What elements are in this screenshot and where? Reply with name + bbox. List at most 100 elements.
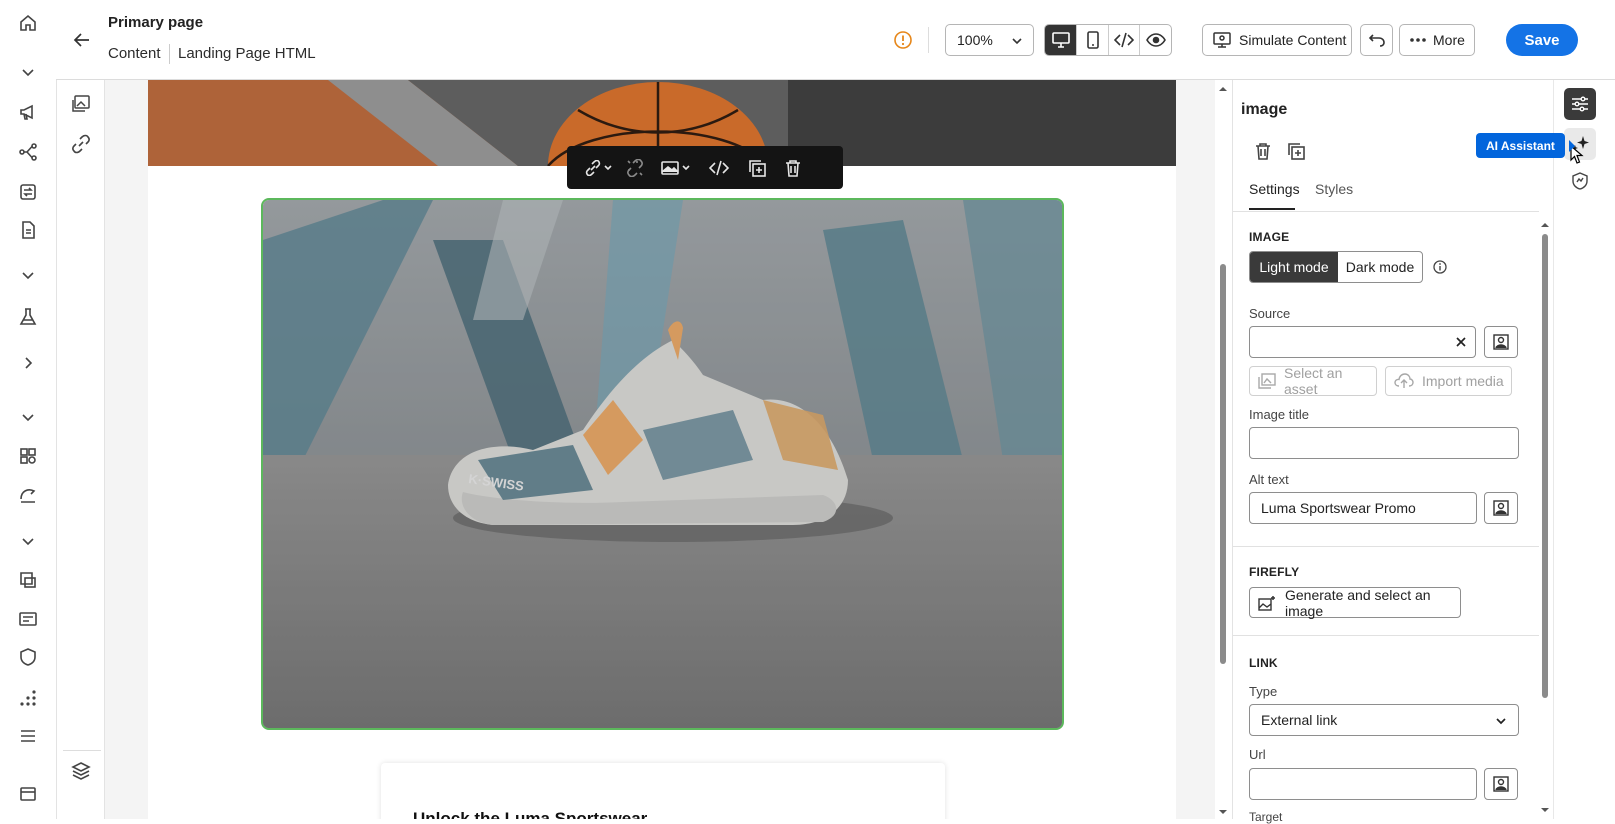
- image-section-title: IMAGE: [1249, 230, 1290, 244]
- menu-lines-icon[interactable]: [16, 724, 40, 748]
- fragments-icon[interactable]: [16, 444, 40, 468]
- code-icon[interactable]: [699, 146, 739, 189]
- canvas-scroll-thumb[interactable]: [1220, 264, 1226, 664]
- chevron-down-icon: [1011, 35, 1023, 47]
- journey-icon[interactable]: [16, 140, 40, 164]
- tooltip-label: AI Assistant: [1486, 138, 1555, 153]
- save-button[interactable]: Save: [1506, 24, 1578, 56]
- source-input[interactable]: [1249, 326, 1476, 358]
- header-divider: [928, 27, 929, 53]
- sneaker-hero-image[interactable]: K·SWISS: [261, 198, 1064, 730]
- link-type-select[interactable]: External link: [1249, 704, 1519, 736]
- url-input[interactable]: [1249, 768, 1477, 800]
- chevron-down-icon[interactable]: [16, 263, 40, 287]
- simulate-content-button[interactable]: Simulate Content: [1202, 24, 1352, 56]
- personalize-url-button[interactable]: [1484, 768, 1518, 800]
- mobile-view-icon[interactable]: [1076, 25, 1108, 55]
- more-button[interactable]: More: [1399, 24, 1475, 56]
- megaphone-icon[interactable]: [16, 100, 40, 124]
- alt-text-label: Alt text: [1249, 472, 1289, 487]
- simulate-icon: [1213, 31, 1231, 49]
- warning-icon[interactable]: [894, 31, 912, 49]
- chevron-down-icon[interactable]: [16, 405, 40, 429]
- dark-mode-button[interactable]: Dark mode: [1338, 252, 1422, 282]
- content-template-icon[interactable]: [16, 568, 40, 592]
- shield-icon[interactable]: [16, 645, 40, 669]
- canvas-scrollbar[interactable]: [1217, 84, 1229, 819]
- breadcrumb-divider: [169, 44, 170, 64]
- panel-scrollbar[interactable]: [1539, 220, 1551, 819]
- link-type-value: External link: [1261, 712, 1338, 728]
- firefly-section-divider: [1233, 635, 1539, 636]
- image-title-input[interactable]: [1249, 427, 1519, 459]
- decision-icon[interactable]: [16, 483, 40, 507]
- email-canvas[interactable]: K·SWISS Unlock the Luma Sportswear: [105, 80, 1215, 819]
- info-icon[interactable]: [1433, 260, 1447, 274]
- duplicate-icon[interactable]: [1287, 142, 1305, 160]
- transform-icon[interactable]: [16, 180, 40, 204]
- cloud-upload-icon: [1394, 373, 1414, 389]
- ai-assistant-tooltip: AI Assistant: [1476, 133, 1565, 158]
- simulate-label: Simulate Content: [1239, 32, 1347, 48]
- select-asset-label: Select an asset: [1284, 365, 1343, 397]
- browser-window-icon[interactable]: [16, 782, 40, 806]
- alt-text-input[interactable]: Luma Sportswear Promo: [1249, 492, 1477, 524]
- flask-icon[interactable]: [16, 305, 40, 329]
- tab-styles[interactable]: Styles: [1315, 181, 1353, 197]
- chevron-down-icon[interactable]: [16, 60, 40, 84]
- panel-scroll-thumb[interactable]: [1542, 234, 1548, 698]
- chevron-down-icon[interactable]: [16, 529, 40, 553]
- settings-sliders-icon[interactable]: [1564, 88, 1596, 120]
- undo-button[interactable]: [1360, 24, 1393, 56]
- link-icon[interactable]: [69, 132, 93, 156]
- import-media-label: Import media: [1422, 373, 1504, 389]
- zoom-select[interactable]: 100%: [945, 24, 1034, 56]
- scroll-up-icon: [1219, 87, 1227, 91]
- home-icon[interactable]: [16, 11, 40, 35]
- import-media-button[interactable]: Import media: [1385, 366, 1512, 396]
- personalize-icon: [1493, 500, 1509, 516]
- back-arrow-icon[interactable]: [70, 28, 94, 52]
- tab-settings[interactable]: Settings: [1249, 181, 1300, 197]
- duplicate-icon[interactable]: [739, 146, 775, 189]
- right-tool-rail: [1553, 80, 1615, 819]
- assets-icon[interactable]: [69, 92, 93, 116]
- personalize-source-button[interactable]: [1484, 326, 1518, 358]
- delete-icon[interactable]: [1254, 142, 1272, 160]
- channel-config-icon[interactable]: [16, 607, 40, 631]
- selection-overlay: [263, 200, 1062, 728]
- image-context-toolbar: [567, 146, 843, 189]
- content-shield-icon[interactable]: [1571, 172, 1589, 190]
- generate-image-button[interactable]: Generate and select an image: [1249, 587, 1461, 619]
- light-mode-button[interactable]: Light mode: [1250, 252, 1338, 282]
- clear-icon[interactable]: [1455, 336, 1467, 348]
- unlink-icon[interactable]: [617, 146, 653, 189]
- firefly-section-title: FIREFLY: [1249, 565, 1300, 579]
- delete-icon[interactable]: [775, 146, 811, 189]
- image-dropdown-icon[interactable]: [653, 146, 699, 189]
- desktop-view-icon[interactable]: [1045, 25, 1077, 55]
- link-section-title: LINK: [1249, 656, 1278, 670]
- page-title: Primary page: [108, 14, 204, 31]
- breadcrumb-content[interactable]: Content: [108, 45, 161, 62]
- breadcrumb-page[interactable]: Landing Page HTML: [178, 45, 316, 62]
- mode-toggle: Light mode Dark mode: [1249, 251, 1423, 283]
- scroll-up-icon: [1541, 223, 1549, 227]
- layers-icon[interactable]: [69, 759, 93, 783]
- landing-page-body: K·SWISS Unlock the Luma Sportswear: [148, 80, 1176, 819]
- promo-text-card[interactable]: Unlock the Luma Sportswear: [381, 763, 945, 819]
- editor-header: Primary page Content Landing Page HTML 1…: [56, 0, 1615, 80]
- personalize-alt-button[interactable]: [1484, 492, 1518, 524]
- preview-eye-icon[interactable]: [1139, 25, 1171, 55]
- type-label: Type: [1249, 684, 1278, 699]
- code-view-icon[interactable]: [1107, 25, 1140, 55]
- chevron-right-icon[interactable]: [16, 351, 40, 375]
- dots-grid-icon[interactable]: [16, 686, 40, 710]
- asset-icon: [1258, 373, 1276, 389]
- link-dropdown-icon[interactable]: [581, 146, 617, 189]
- document-icon[interactable]: [16, 218, 40, 242]
- tab-active-indicator: [1249, 208, 1295, 210]
- alt-text-value: Luma Sportswear Promo: [1261, 500, 1416, 516]
- select-asset-button[interactable]: Select an asset: [1249, 365, 1377, 397]
- undo-icon: [1368, 32, 1386, 48]
